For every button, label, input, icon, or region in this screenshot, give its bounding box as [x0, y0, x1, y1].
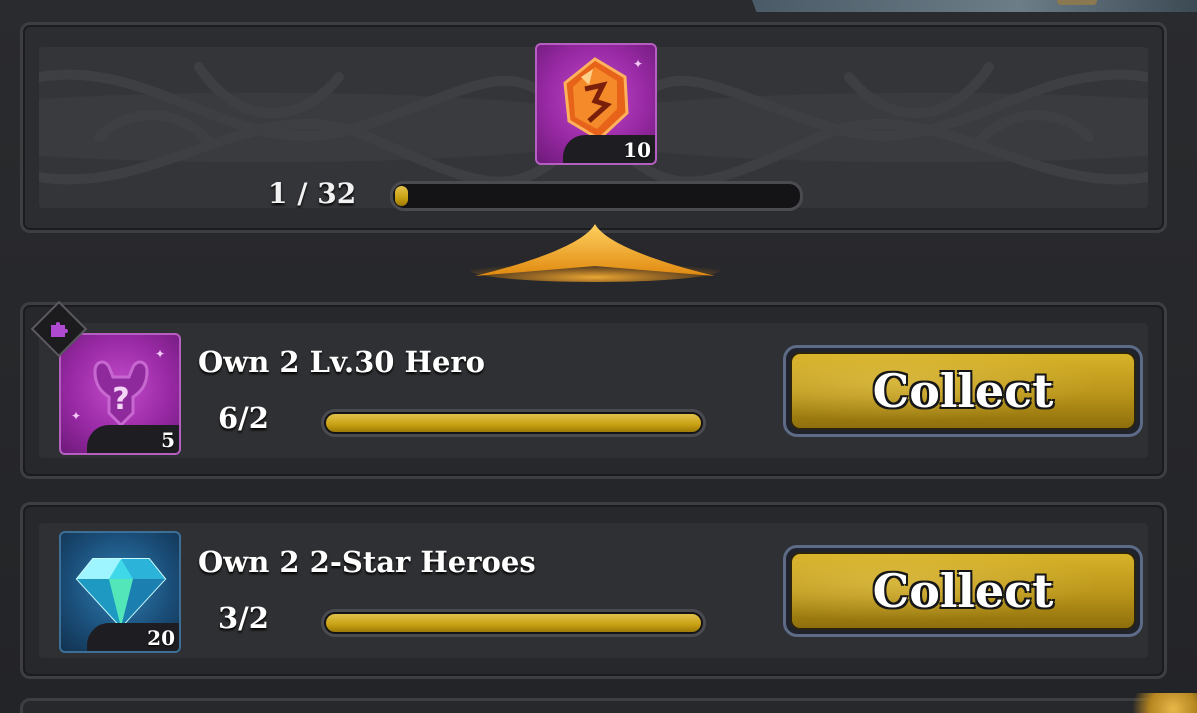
- task-reward[interactable]: 20: [59, 531, 181, 653]
- task-row: 20 Own 2 2-Star Heroes 3/2 Collect: [20, 502, 1167, 679]
- arrow-up-icon: [470, 224, 720, 282]
- fire-crystal-icon: [563, 57, 629, 141]
- window-frame-edge: [752, 0, 1197, 12]
- sparkle-icon: ✦: [155, 347, 166, 361]
- task-progress-fill: [326, 414, 701, 432]
- reward-quantity: 20: [87, 623, 179, 651]
- milestone-progress-bar: [390, 181, 803, 211]
- svg-text:?: ?: [112, 382, 129, 417]
- gold-coins-decoration: [1117, 693, 1197, 713]
- task-row-next: [20, 698, 1167, 713]
- diamond-icon: [75, 558, 167, 629]
- task-row: ? ✦ ✦ 5 Own 2 Lv.30 Hero 6/2 Collect: [20, 300, 1167, 479]
- task-progress-text: 6/2: [218, 401, 269, 435]
- reward-quantity: 10: [563, 135, 655, 163]
- sparkle-icon: ✦: [633, 57, 644, 71]
- collect-button[interactable]: Collect: [783, 345, 1143, 437]
- hero-shard-icon: ?: [93, 360, 149, 428]
- task-reward[interactable]: ? ✦ ✦ 5: [59, 333, 181, 455]
- puzzle-icon: [51, 322, 68, 337]
- task-title: Own 2 2-Star Heroes: [198, 545, 536, 579]
- task-progress-text: 3/2: [218, 601, 269, 635]
- collect-button[interactable]: Collect: [783, 545, 1143, 637]
- milestone-panel: ✦ 10 1 / 32: [20, 22, 1167, 233]
- milestone-reward[interactable]: ✦ 10: [535, 43, 657, 165]
- quest-panel: ✦ 10 1 / 32 ? ✦ ✦ 5 Own 2 Lv.30 Hero 6/2…: [0, 0, 1197, 713]
- collect-button-label: Collect: [790, 552, 1136, 630]
- milestone-progress-fill: [395, 186, 408, 206]
- sparkle-icon: ✦: [71, 409, 82, 423]
- task-progress-bar: [321, 409, 706, 437]
- reward-quantity: 5: [87, 425, 179, 453]
- task-progress-fill: [326, 614, 701, 632]
- milestone-progress-text: 1 / 32: [268, 177, 357, 210]
- task-title: Own 2 Lv.30 Hero: [198, 345, 486, 379]
- collect-button-label: Collect: [790, 352, 1136, 430]
- task-progress-bar: [321, 609, 706, 637]
